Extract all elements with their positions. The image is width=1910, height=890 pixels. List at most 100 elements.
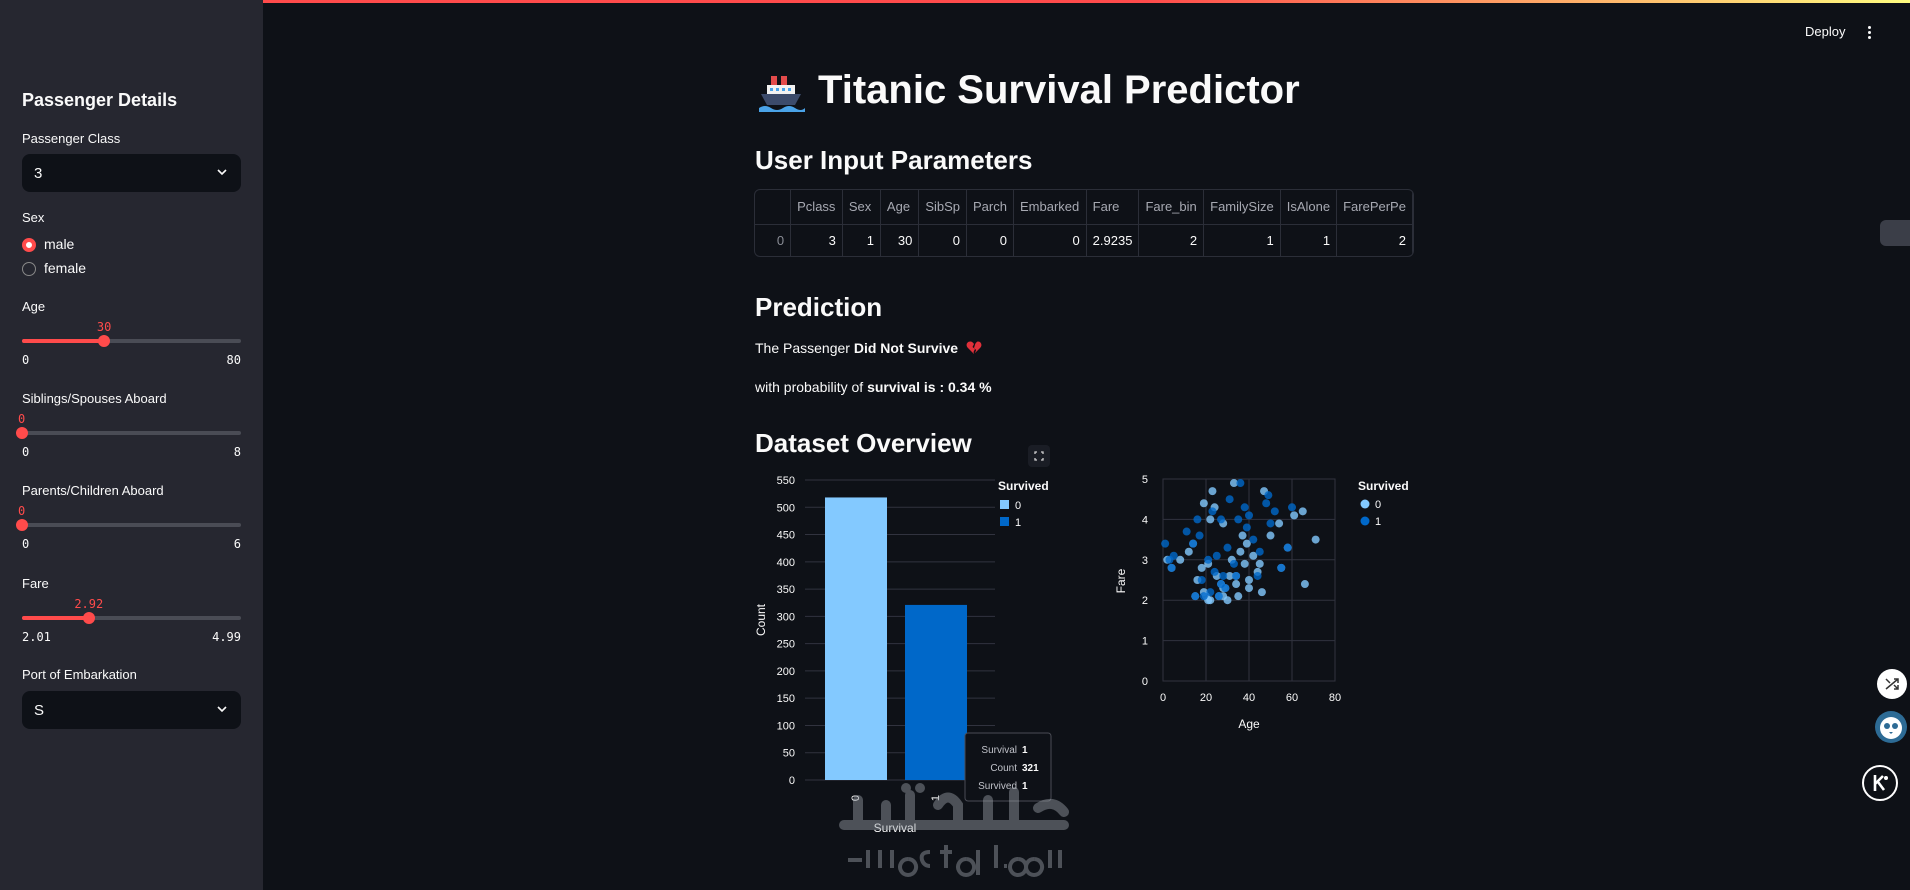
y-tick-label: 250 (777, 639, 795, 651)
table-cell[interactable]: 0 (755, 224, 792, 256)
slider-thumb[interactable] (82, 612, 95, 624)
scatter-point (1298, 507, 1307, 516)
sex-radio-female[interactable]: female (22, 260, 142, 278)
y-tick-label: 0 (789, 775, 795, 787)
scatter-point (1199, 499, 1208, 508)
table-cell[interactable]: 2.9235 (1086, 224, 1140, 256)
scatter-point (1229, 559, 1238, 568)
dataset-overview-header: Dataset Overview (755, 428, 972, 458)
scatter-point (1221, 584, 1230, 593)
table-cell[interactable]: 2 (1336, 224, 1413, 256)
y-axis-label: Count (754, 603, 768, 636)
y-tick-label: 500 (777, 502, 795, 514)
parch-min: 0 (22, 537, 30, 551)
y-tick-label: 1 (1142, 636, 1148, 648)
column-header[interactable]: FarePerPe (1336, 190, 1413, 225)
scatter-point (1234, 515, 1243, 524)
tooltip-value: 1 (1022, 745, 1028, 756)
scatter-point (1245, 576, 1253, 584)
probability-text: with probability of survival is : 0.34 % (755, 379, 992, 395)
deploy-button[interactable]: Deploy (1805, 24, 1845, 39)
scatter-point (1236, 547, 1245, 556)
legend-label: 0 (1375, 499, 1381, 511)
sibsp-max: 8 (233, 445, 241, 459)
parch-label: Parents/Children Aboard (22, 483, 164, 498)
table-cell[interactable]: 30 (880, 224, 920, 256)
fare-slider[interactable]: 2.92 2.01 4.99 (22, 597, 241, 649)
main-menu-icon[interactable] (1868, 26, 1872, 40)
column-header[interactable]: Sex (842, 190, 881, 225)
slider-thumb[interactable] (16, 519, 28, 531)
column-header[interactable]: Embarked (1013, 190, 1087, 225)
scatter-point (1184, 547, 1193, 556)
y-tick-label: 50 (783, 748, 795, 760)
age-fare-scatter-chart[interactable]: 0 1 2 3 4 5 0 20 40 60 80 Fare Age Survived 0 1 (1105, 465, 1425, 745)
slider-thumb[interactable] (98, 335, 111, 347)
scatter-point (1238, 531, 1247, 540)
column-header[interactable]: Fare_bin (1138, 190, 1205, 225)
scatter-point (1169, 551, 1178, 560)
tooltip-value: 321 (1022, 763, 1039, 774)
broken-heart-icon (966, 341, 982, 354)
column-header[interactable]: IsAlone (1280, 190, 1338, 225)
legend-label: 1 (1015, 517, 1021, 529)
column-header[interactable]: Parch (966, 190, 1014, 225)
input-dataframe[interactable]: Pclass Sex Age SibSp Parch Embarked Fare… (754, 189, 1414, 257)
slider-thumb[interactable] (16, 427, 28, 439)
table-cell[interactable]: 0 (918, 224, 968, 256)
sex-option-female: female (44, 260, 87, 276)
expand-icon (1034, 451, 1044, 461)
table-cell[interactable]: 2 (1138, 224, 1205, 256)
embarked-select[interactable]: S (22, 691, 241, 729)
k-extension-button[interactable] (1862, 765, 1898, 801)
table-cell[interactable]: 0 (1013, 224, 1087, 256)
column-header[interactable]: Fare (1086, 190, 1140, 225)
panel-toggle-tab[interactable] (1880, 220, 1910, 246)
scatter-point (1225, 495, 1234, 504)
y-tick-label: 2 (1142, 595, 1148, 607)
column-header[interactable]: Pclass (790, 190, 843, 225)
owl-extension-button[interactable] (1875, 711, 1907, 743)
scatter-point (1223, 596, 1232, 605)
shortcut-button[interactable] (1877, 669, 1907, 699)
scatter-point (1223, 543, 1232, 552)
column-header[interactable]: Age (880, 190, 920, 225)
slider-fill (22, 339, 105, 343)
age-slider[interactable]: 30 0 80 (22, 320, 241, 372)
sibsp-slider[interactable]: 0 0 8 (16, 412, 241, 464)
scatter-point (1245, 511, 1253, 520)
parch-slider[interactable]: 0 0 6 (16, 504, 241, 556)
x-tick-label: 40 (1243, 692, 1255, 704)
table-cell[interactable]: 1 (842, 224, 881, 256)
scatter-point (1189, 539, 1198, 548)
legend-swatch (1360, 499, 1370, 509)
fullscreen-button[interactable] (1028, 445, 1050, 467)
x-tick-label: 20 (1200, 692, 1212, 704)
scatter-point (1208, 507, 1217, 516)
pclass-select[interactable]: 3 (22, 154, 241, 192)
scatter-point (1206, 515, 1215, 524)
slider-track (22, 431, 241, 435)
column-header[interactable]: SibSp (918, 190, 968, 225)
y-tick-label: 350 (777, 584, 795, 596)
legend-swatch (1000, 517, 1009, 526)
y-tick-label: 5 (1142, 474, 1148, 486)
table-cell[interactable]: 0 (966, 224, 1014, 256)
y-tick-label: 3 (1142, 555, 1148, 567)
sex-radio-male[interactable]: male (22, 236, 142, 254)
fare-label: Fare (22, 576, 49, 591)
scatter-point (1214, 592, 1223, 601)
slider-fill (22, 616, 89, 620)
scatter-point (1270, 507, 1279, 516)
prediction-prefix: The Passenger (755, 340, 854, 356)
column-header[interactable]: FamilySize (1203, 190, 1281, 225)
column-header[interactable] (755, 190, 792, 225)
shuffle-icon (1885, 678, 1899, 690)
y-tick-label: 150 (777, 693, 795, 705)
age-max: 80 (226, 353, 241, 367)
y-tick-label: 100 (777, 720, 795, 732)
table-cell[interactable]: 1 (1203, 224, 1281, 256)
table-cell[interactable]: 1 (1280, 224, 1338, 256)
table-cell[interactable]: 3 (790, 224, 843, 256)
scatter-point (1195, 531, 1204, 540)
